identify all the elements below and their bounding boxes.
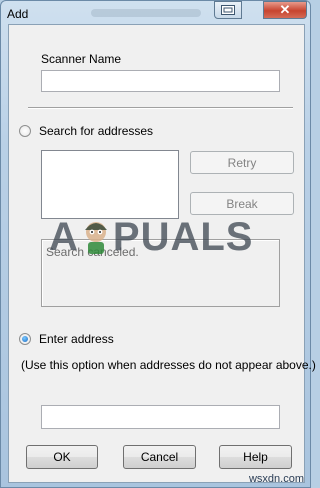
- scanner-name-label: Scanner Name: [41, 52, 122, 66]
- cancel-button[interactable]: Cancel: [123, 445, 196, 469]
- close-icon: ✕: [279, 2, 291, 17]
- watermark-logo: A PUALS: [49, 215, 253, 260]
- address-input[interactable]: [41, 405, 280, 429]
- retry-button[interactable]: Retry: [190, 151, 294, 174]
- window-title: Add: [7, 7, 29, 21]
- window-help-button[interactable]: [214, 1, 242, 19]
- mascot-logo: [84, 222, 107, 254]
- watermark-right: PUALS: [112, 215, 254, 259]
- break-button[interactable]: Break: [190, 192, 294, 215]
- ok-button[interactable]: OK: [26, 445, 98, 469]
- window-help-icon: [221, 5, 235, 15]
- addresses-list[interactable]: [41, 150, 179, 219]
- search-addresses-label[interactable]: Search for addresses: [39, 124, 153, 138]
- search-addresses-radio[interactable]: [19, 125, 31, 137]
- separator: [28, 107, 293, 109]
- title-blur: [91, 9, 201, 17]
- enter-address-label[interactable]: Enter address: [39, 332, 114, 346]
- window-close-button[interactable]: ✕: [263, 1, 307, 19]
- enter-address-radio[interactable]: [19, 333, 31, 345]
- watermark-left: A: [49, 215, 79, 259]
- dialog-window: Add ✕ Scanner Name Search for addresses …: [0, 0, 316, 488]
- corner-watermark: wsxdn.com: [248, 473, 304, 485]
- enter-address-hint: (Use this option when addresses do not a…: [21, 358, 316, 372]
- scanner-name-input[interactable]: [41, 70, 280, 92]
- help-button[interactable]: Help: [219, 445, 292, 469]
